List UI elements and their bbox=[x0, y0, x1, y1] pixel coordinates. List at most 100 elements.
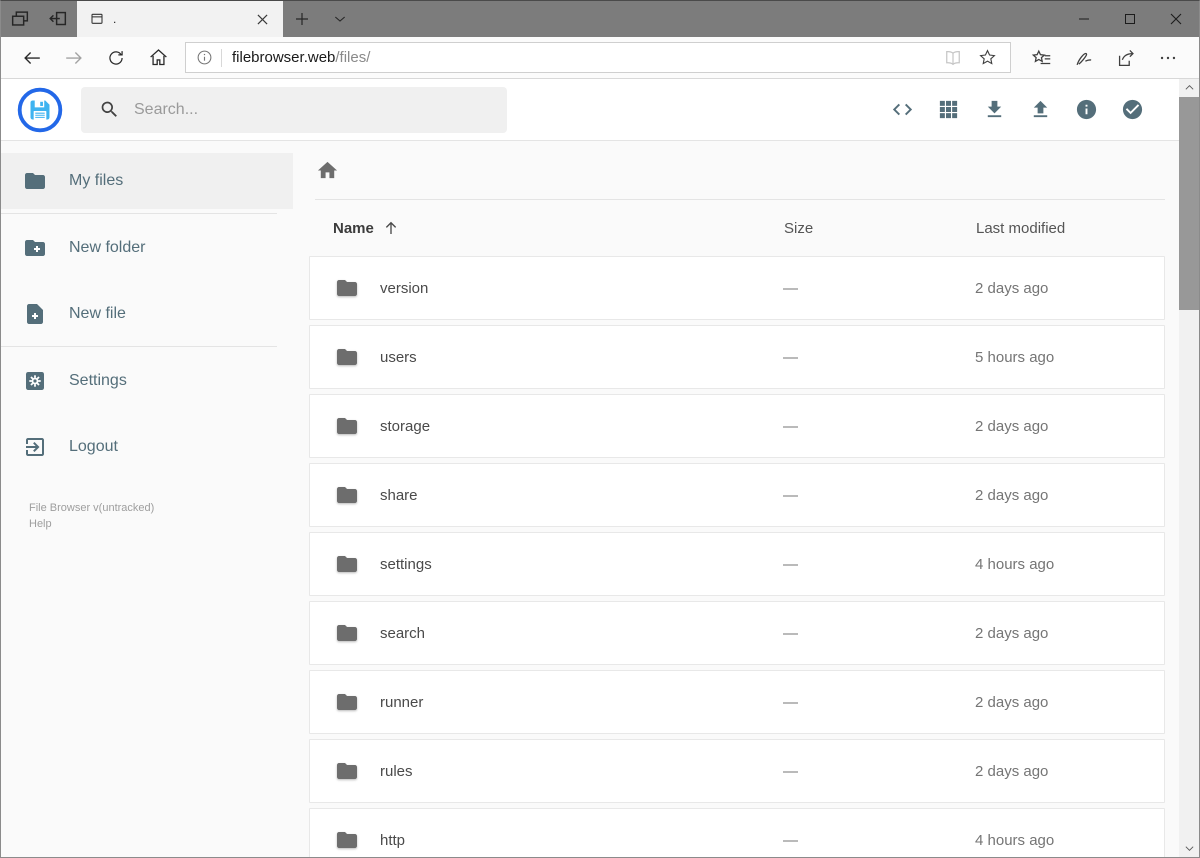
file-name: users bbox=[380, 348, 417, 366]
floppy-disk-logo-icon bbox=[17, 87, 63, 132]
sidebar-item-new-folder[interactable]: New folder bbox=[1, 220, 293, 276]
close-icon bbox=[256, 13, 268, 25]
sidebar-item-label: My files bbox=[69, 172, 124, 189]
scroll-down-button[interactable] bbox=[1179, 840, 1199, 857]
folder-icon bbox=[334, 690, 380, 714]
file-row[interactable]: users — 5 hours ago bbox=[309, 325, 1165, 389]
code-button[interactable] bbox=[883, 91, 921, 129]
help-link[interactable]: Help bbox=[29, 517, 293, 533]
sidebar-divider bbox=[1, 213, 277, 214]
file-name: settings bbox=[380, 555, 432, 573]
hub-star-list-icon bbox=[1031, 49, 1051, 64]
search-icon bbox=[99, 99, 120, 120]
web-note-pen-button[interactable] bbox=[1063, 40, 1105, 76]
sidebar-footer: File Browser v(untracked) Help bbox=[29, 501, 293, 533]
file-size: — bbox=[783, 279, 798, 297]
folder-icon bbox=[23, 169, 47, 193]
star-icon bbox=[978, 49, 996, 65]
tab-close-button[interactable] bbox=[249, 6, 275, 32]
header-toolbar bbox=[883, 91, 1183, 129]
address-bar[interactable]: filebrowser.web/files/ bbox=[185, 42, 1011, 73]
sidebar-divider bbox=[1, 346, 277, 347]
upload-button[interactable] bbox=[1021, 91, 1059, 129]
file-name: version bbox=[380, 279, 429, 297]
tabs-set-aside-preview-button[interactable] bbox=[1, 1, 39, 37]
file-row[interactable]: share — 2 days ago bbox=[309, 463, 1165, 527]
settings-icon bbox=[23, 369, 47, 393]
sort-ascending-icon bbox=[382, 219, 400, 237]
file-size: — bbox=[783, 486, 798, 504]
browser-home-button[interactable] bbox=[137, 40, 179, 76]
maximize-icon bbox=[1125, 14, 1135, 24]
info-button[interactable] bbox=[1067, 91, 1105, 129]
scrollbar-thumb[interactable] bbox=[1179, 97, 1199, 310]
forward-button[interactable] bbox=[53, 40, 95, 76]
breadcrumb bbox=[309, 141, 1165, 199]
folder-icon bbox=[334, 759, 380, 783]
sidebar-item-label: New file bbox=[69, 305, 126, 322]
home-icon bbox=[316, 159, 339, 182]
file-modified: 4 hours ago bbox=[975, 831, 1055, 849]
browser-tab[interactable]: . bbox=[77, 1, 283, 37]
sidebar-item-my-files[interactable]: My files bbox=[1, 153, 293, 209]
refresh-button[interactable] bbox=[95, 40, 137, 76]
sidebar-item-new-file[interactable]: New file bbox=[1, 286, 293, 342]
home-outline-icon bbox=[149, 49, 167, 66]
search-input[interactable] bbox=[134, 100, 489, 119]
minimize-button[interactable] bbox=[1061, 1, 1107, 37]
name-column-label: Name bbox=[333, 219, 374, 237]
check-circle-button[interactable] bbox=[1113, 91, 1151, 129]
browser-nav-bar: filebrowser.web/files/ bbox=[1, 37, 1199, 79]
minimize-icon bbox=[1079, 18, 1089, 20]
chevron-down-icon bbox=[334, 16, 346, 22]
ellipsis-icon bbox=[1160, 56, 1176, 59]
sidebar-item-logout[interactable]: Logout bbox=[1, 419, 293, 475]
reading-view-button[interactable] bbox=[936, 44, 970, 71]
page-scrollbar[interactable] bbox=[1179, 79, 1199, 857]
set-tabs-aside-button[interactable] bbox=[39, 1, 77, 37]
arrow-left-icon bbox=[24, 51, 40, 64]
file-row[interactable]: http — 4 hours ago bbox=[309, 808, 1165, 857]
maximize-button[interactable] bbox=[1107, 1, 1153, 37]
file-row[interactable]: storage — 2 days ago bbox=[309, 394, 1165, 458]
file-rows: version — 2 days ago users — 5 hours ago… bbox=[309, 256, 1165, 857]
folder-icon bbox=[334, 414, 380, 438]
grid-button[interactable] bbox=[929, 91, 967, 129]
filebrowser-logo[interactable] bbox=[17, 87, 63, 133]
file-row[interactable]: runner — 2 days ago bbox=[309, 670, 1165, 734]
favorites-hub-button[interactable] bbox=[1021, 40, 1063, 76]
folder-icon bbox=[334, 276, 380, 300]
file-row[interactable]: rules — 2 days ago bbox=[309, 739, 1165, 803]
favorite-star-button[interactable] bbox=[970, 44, 1004, 71]
settings-more-button[interactable] bbox=[1147, 40, 1189, 76]
search-box[interactable] bbox=[81, 86, 507, 133]
file-row[interactable]: settings — 4 hours ago bbox=[309, 532, 1165, 596]
site-info-icon[interactable] bbox=[196, 49, 213, 66]
sidebar: My files New folder New file Settings Lo… bbox=[1, 141, 293, 857]
file-row[interactable]: search — 2 days ago bbox=[309, 601, 1165, 665]
download-button[interactable] bbox=[975, 91, 1013, 129]
tab-list-button[interactable] bbox=[321, 1, 359, 37]
column-header-name[interactable]: Name bbox=[333, 219, 784, 237]
app-body: My files New folder New file Settings Lo… bbox=[1, 79, 1199, 857]
column-header-modified[interactable]: Last modified bbox=[976, 220, 1141, 237]
folder-icon bbox=[334, 483, 380, 507]
file-row[interactable]: version — 2 days ago bbox=[309, 256, 1165, 320]
file-size: — bbox=[783, 693, 798, 711]
close-window-button[interactable] bbox=[1153, 1, 1199, 37]
chevron-down-icon bbox=[1185, 846, 1193, 851]
app-version-text: File Browser v(untracked) bbox=[29, 502, 155, 514]
file-size: — bbox=[783, 624, 798, 642]
folder-icon bbox=[334, 621, 380, 645]
column-header-size[interactable]: Size bbox=[784, 220, 976, 237]
file-name: http bbox=[380, 831, 406, 849]
back-button[interactable] bbox=[11, 40, 53, 76]
file-modified: 4 hours ago bbox=[975, 555, 1055, 573]
sidebar-item-settings[interactable]: Settings bbox=[1, 353, 293, 409]
folder-icon bbox=[334, 828, 380, 852]
new-tab-button[interactable] bbox=[283, 1, 321, 37]
breadcrumb-home-button[interactable] bbox=[316, 159, 339, 182]
file-plus-icon bbox=[23, 302, 47, 326]
share-button[interactable] bbox=[1105, 40, 1147, 76]
url-text[interactable]: filebrowser.web/files/ bbox=[232, 49, 936, 66]
